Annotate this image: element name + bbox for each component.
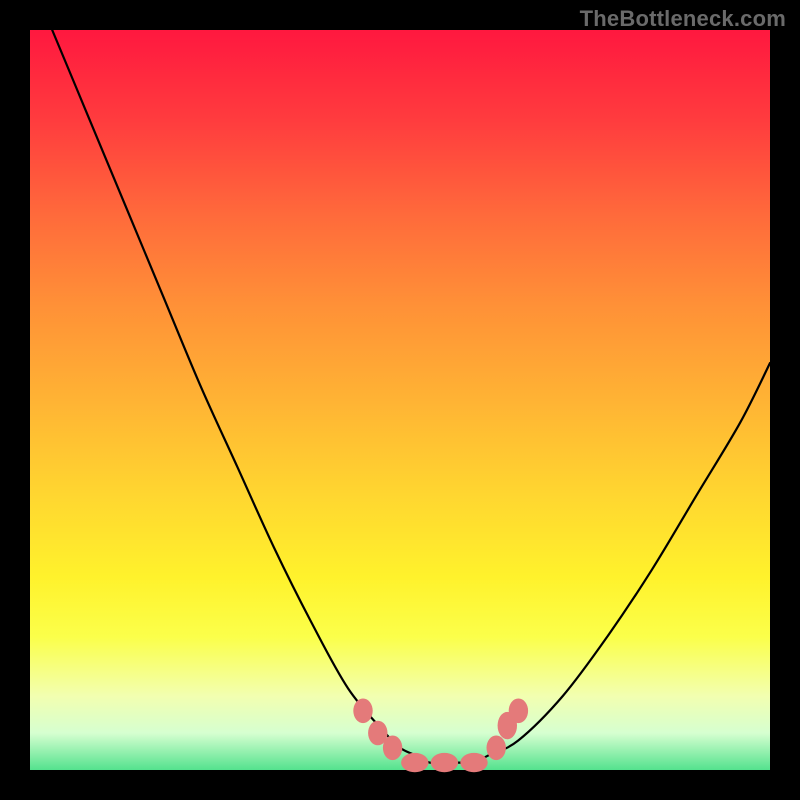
curve-marker [509, 699, 528, 724]
watermark-text: TheBottleneck.com [580, 6, 786, 32]
plot-area [30, 30, 770, 770]
curve-marker [383, 736, 402, 761]
chart-frame: TheBottleneck.com [0, 0, 800, 800]
curve-marker [487, 736, 506, 761]
curve-marker [431, 753, 458, 772]
bottleneck-curve [30, 30, 770, 770]
curve-marker [353, 699, 372, 724]
curve-marker [401, 753, 428, 772]
curve-marker [460, 753, 487, 772]
curve-markers [353, 699, 528, 773]
